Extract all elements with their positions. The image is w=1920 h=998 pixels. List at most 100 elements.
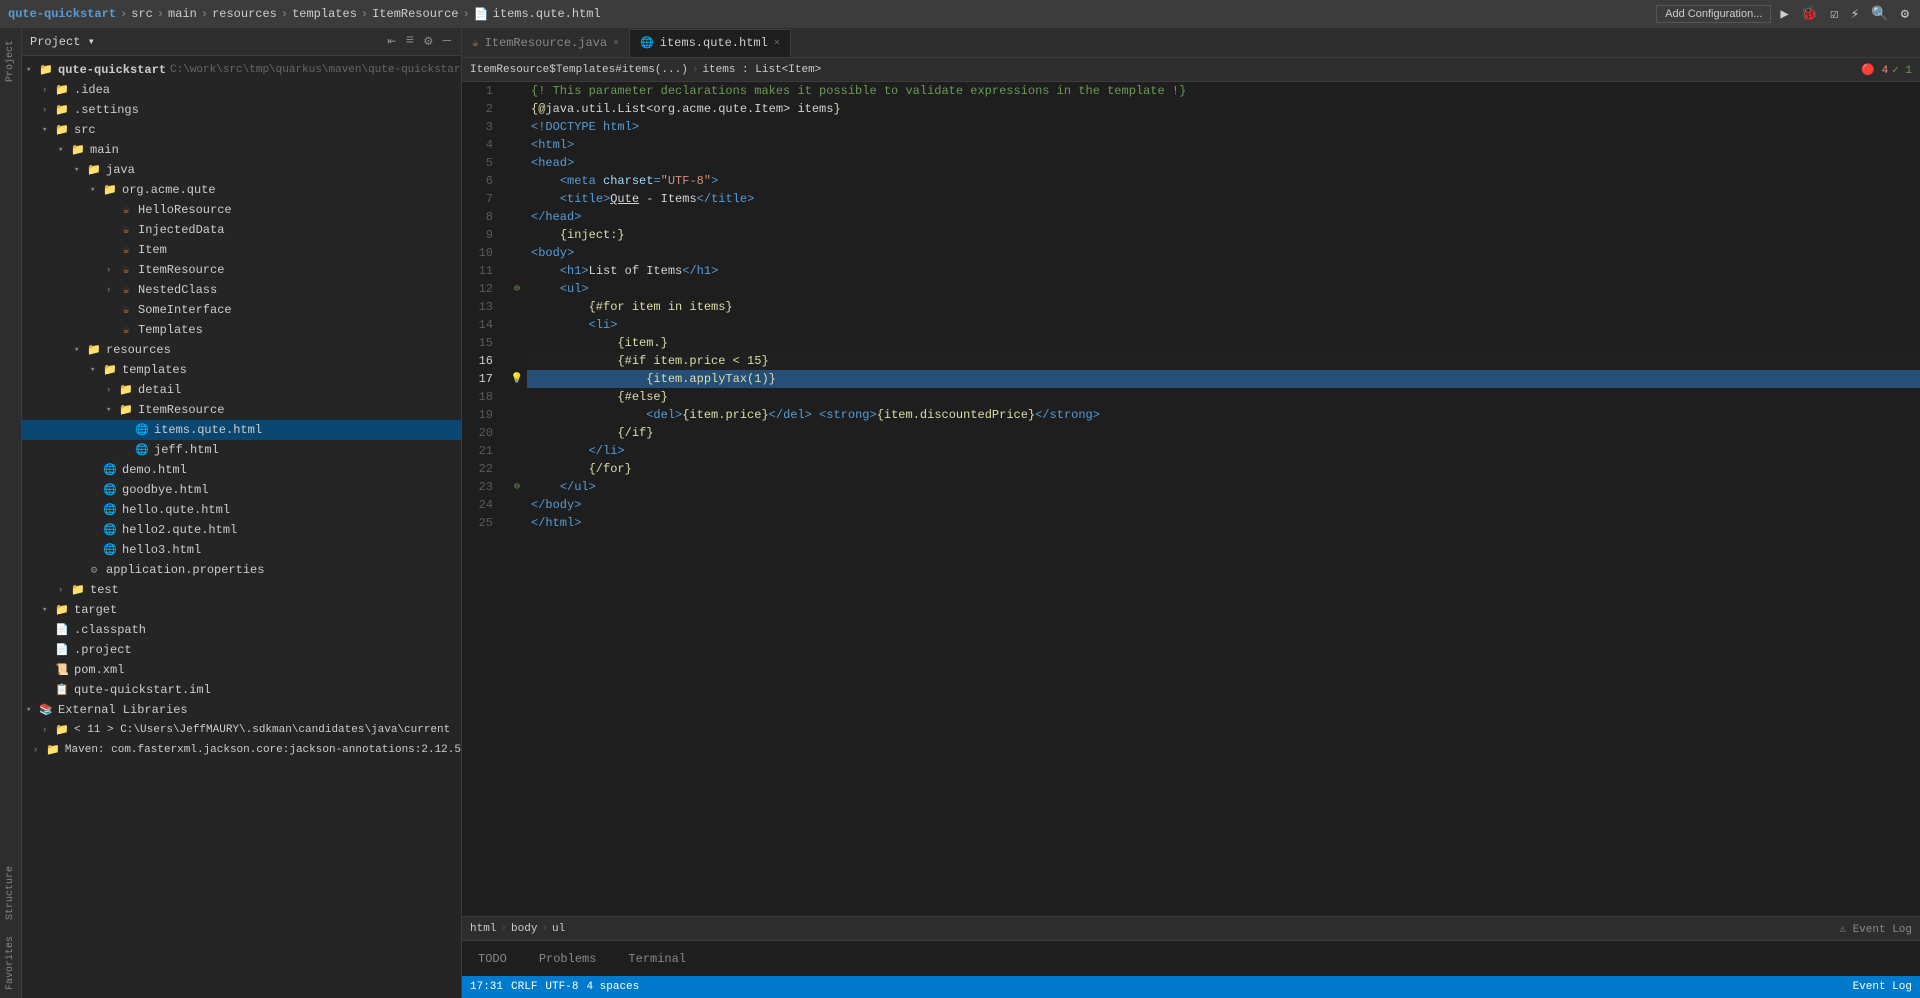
breadcrumb-bar: ItemResource$Templates#items(...) › item…: [462, 58, 1920, 82]
tree-item-templates-java[interactable]: ☕ Templates: [22, 320, 461, 340]
tree-item-some-interface[interactable]: ☕ SomeInterface: [22, 300, 461, 320]
sidebar-strip-project[interactable]: Project: [3, 32, 18, 90]
tb-part-7[interactable]: 📄: [474, 7, 489, 22]
tree-item-hello-qute-html[interactable]: 🌐 hello.qute.html: [22, 500, 461, 520]
project-dropdown[interactable]: Project ▾: [30, 34, 95, 49]
gutter-4: [507, 136, 527, 154]
settings-icon[interactable]: ⚙: [1898, 6, 1912, 23]
folder-icon-idea: 📁: [54, 82, 70, 98]
tab-items-qute-html[interactable]: 🌐 items.qute.html ✕: [630, 29, 791, 57]
tab-item-resource-java[interactable]: ☕ ItemResource.java ✕: [462, 29, 630, 57]
tree-item-project-file[interactable]: 📄 .project: [22, 640, 461, 660]
bottom-bc-ul[interactable]: ul: [552, 923, 565, 935]
tree-item-classpath[interactable]: 📄 .classpath: [22, 620, 461, 640]
tree-item-item-resource[interactable]: › ☕ ItemResource: [22, 260, 461, 280]
fold-icon-23[interactable]: ⊖: [507, 478, 527, 496]
tb-part-2[interactable]: src: [131, 7, 153, 21]
tree-item-test[interactable]: › 📁 test: [22, 580, 461, 600]
code-line-13: {#for item in items}: [527, 298, 1920, 316]
event-log-label[interactable]: ⚠ Event Log: [1839, 922, 1912, 936]
tree-item-main[interactable]: ▾ 📁 main: [22, 140, 461, 160]
bottom-tab-problems[interactable]: Problems: [531, 948, 605, 970]
tb-part-1[interactable]: qute-quickstart: [8, 7, 116, 21]
tree-label-target: target: [74, 603, 117, 617]
gutter-5: [507, 154, 527, 172]
tree-label-external-libs: External Libraries: [58, 703, 188, 717]
search-everywhere-icon[interactable]: 🔍: [1868, 6, 1891, 23]
tree-item-hello3-html[interactable]: 🌐 hello3.html: [22, 540, 461, 560]
tree-item-settings[interactable]: › 📁 .settings: [22, 100, 461, 120]
tree-label-hello3-html: hello3.html: [122, 543, 201, 557]
sidebar-strip-structure[interactable]: Structure: [3, 858, 18, 928]
sidebar-strip-favorites[interactable]: Favorites: [3, 928, 18, 998]
tree-label-detail: detail: [138, 383, 181, 397]
tb-part-5[interactable]: templates: [292, 7, 357, 21]
collapse-all-icon[interactable]: ⇤: [385, 33, 397, 50]
tab-close-item-resource[interactable]: ✕: [613, 37, 619, 49]
tree-item-item-resource-folder[interactable]: ▾ 📁 ItemResource: [22, 400, 461, 420]
breadcrumb-class[interactable]: ItemResource$Templates#items(...): [470, 64, 688, 76]
tree-item-goodbye-html[interactable]: 🌐 goodbye.html: [22, 480, 461, 500]
status-position[interactable]: 17:31: [470, 981, 503, 993]
bottom-tab-terminal[interactable]: Terminal: [620, 948, 694, 970]
tree-item-nested-class[interactable]: › ☕ NestedClass: [22, 280, 461, 300]
code-line-18: {#else}: [527, 388, 1920, 406]
tree-item-detail[interactable]: › 📁 detail: [22, 380, 461, 400]
tree-item-iml[interactable]: 📋 qute-quickstart.iml: [22, 680, 461, 700]
tree-item-idea[interactable]: › 📁 .idea: [22, 80, 461, 100]
tree-item-templates-folder[interactable]: ▾ 📁 templates: [22, 360, 461, 380]
breadcrumb-items[interactable]: items : List<Item>: [702, 64, 821, 76]
add-configuration-button[interactable]: Add Configuration...: [1656, 5, 1771, 23]
tree-item-hello-resource[interactable]: ☕ HelloResource: [22, 200, 461, 220]
gutter-21: [507, 442, 527, 460]
status-encoding[interactable]: UTF-8: [545, 981, 578, 993]
tb-part-6[interactable]: ItemResource: [372, 7, 458, 21]
tree-label-hello2-qute-html: hello2.qute.html: [122, 523, 237, 537]
tree-item-target[interactable]: ▾ 📁 target: [22, 600, 461, 620]
status-event-log[interactable]: Event Log: [1853, 981, 1912, 993]
profile-icon[interactable]: ⚡: [1848, 6, 1862, 23]
tb-part-3[interactable]: main: [168, 7, 197, 21]
bottom-tab-todo[interactable]: TODO: [470, 948, 515, 970]
iml-icon: 📋: [54, 682, 70, 698]
tree-item-jeff-html[interactable]: 🌐 jeff.html: [22, 440, 461, 460]
tree-item-app-props[interactable]: ⚙ application.properties: [22, 560, 461, 580]
coverage-icon[interactable]: ☑: [1827, 6, 1841, 23]
project-panel: Project ▾ ⇤ ≡ ⚙ — ▾ 📁 qute-quickstart C:…: [22, 28, 462, 998]
gutter-16: [507, 352, 527, 370]
tree-item-src[interactable]: ▾ 📁 src: [22, 120, 461, 140]
tree-item-hello2-qute-html[interactable]: 🌐 hello2.qute.html: [22, 520, 461, 540]
tree-item-java-11[interactable]: › 📁 < 11 > C:\Users\JeffMAURY\.sdkman\ca…: [22, 720, 461, 740]
tree-item-java[interactable]: ▾ 📁 java: [22, 160, 461, 180]
tb-part-4[interactable]: resources: [212, 7, 277, 21]
tree-item-pom-xml[interactable]: 📜 pom.xml: [22, 660, 461, 680]
code-editor[interactable]: 1 2 3 4 5 6 7 8 9 10 11 12 13 14 15 16 1…: [462, 82, 1920, 916]
tree-item-external-libs[interactable]: ▾ 📚 External Libraries: [22, 700, 461, 720]
error-badge: 🔴 4 ✓ 1: [1861, 63, 1912, 77]
code-content[interactable]: {! This parameter declarations makes it …: [527, 82, 1920, 916]
tree-item-root[interactable]: ▾ 📁 qute-quickstart C:\work\src\tmp\quar…: [22, 60, 461, 80]
status-indent[interactable]: 4 spaces: [586, 981, 639, 993]
arrow-expanded-res: ▾: [74, 345, 86, 355]
bottom-bc-html[interactable]: html: [470, 923, 496, 935]
tab-close-items-qute[interactable]: ✕: [774, 37, 780, 49]
java-icon-templates: ☕: [118, 322, 134, 338]
tree-item-demo-html[interactable]: 🌐 demo.html: [22, 460, 461, 480]
minimize-icon[interactable]: —: [441, 33, 453, 50]
fold-icon-12[interactable]: ⊖: [507, 280, 527, 298]
bottom-bc-body[interactable]: body: [511, 923, 537, 935]
tree-item-injected-data[interactable]: ☕ InjectedData: [22, 220, 461, 240]
status-crlf[interactable]: CRLF: [511, 981, 537, 993]
tree-item-item[interactable]: ☕ Item: [22, 240, 461, 260]
html-icon-items: 🌐: [134, 422, 150, 438]
tree-item-org[interactable]: ▾ 📁 org.acme.qute: [22, 180, 461, 200]
tab-label-item-resource-java: ItemResource.java: [485, 36, 607, 50]
tree-item-resources[interactable]: ▾ 📁 resources: [22, 340, 461, 360]
debug-icon[interactable]: 🐞: [1798, 6, 1821, 23]
run-icon[interactable]: ▶: [1777, 6, 1791, 23]
bulb-icon-17[interactable]: 💡: [507, 370, 527, 388]
tree-item-items-qute-html[interactable]: 🌐 items.qute.html: [22, 420, 461, 440]
expand-all-icon[interactable]: ≡: [404, 33, 416, 50]
tree-item-maven-jackson[interactable]: › 📁 Maven: com.fasterxml.jackson.core:ja…: [22, 740, 461, 760]
gear-icon[interactable]: ⚙: [422, 33, 434, 50]
